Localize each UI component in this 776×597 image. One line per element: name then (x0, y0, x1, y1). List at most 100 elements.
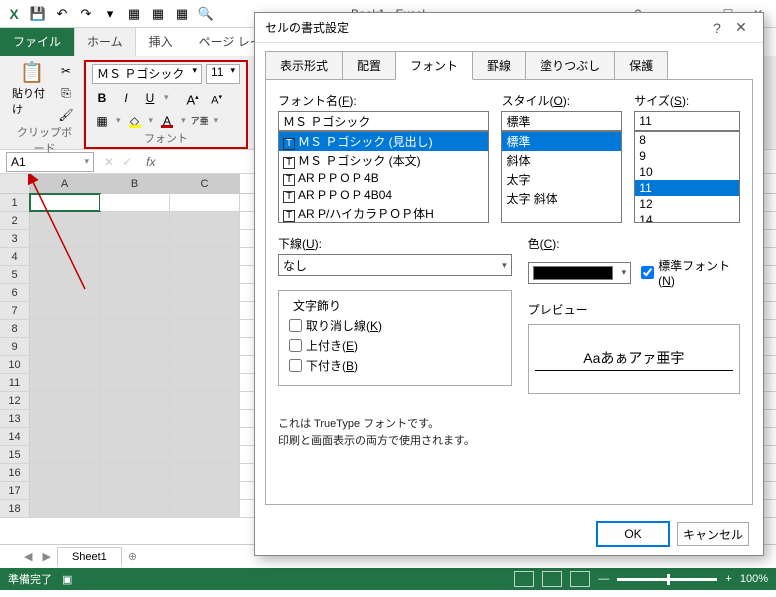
cell[interactable] (30, 500, 100, 517)
cell[interactable] (30, 482, 100, 499)
dialog-help-icon[interactable]: ? (705, 20, 729, 36)
font-list-item[interactable]: TAR P P O P 4B (279, 170, 488, 187)
cell[interactable] (100, 374, 170, 391)
font-style-list[interactable]: 標準斜体太字太字 斜体 (501, 131, 622, 223)
zoom-level[interactable]: 100% (740, 573, 768, 585)
fill-color-button[interactable]: ◇ (125, 110, 145, 130)
cell[interactable] (170, 320, 240, 337)
cell[interactable] (100, 230, 170, 247)
cell[interactable] (30, 212, 100, 229)
row-header[interactable]: 9 (0, 338, 30, 355)
size-list-item[interactable]: 11 (635, 180, 739, 196)
row-header[interactable]: 16 (0, 464, 30, 481)
cell[interactable] (30, 428, 100, 445)
cell[interactable] (100, 194, 170, 211)
redo-icon[interactable]: ↷ (76, 4, 96, 24)
cell[interactable] (170, 212, 240, 229)
row-header[interactable]: 11 (0, 374, 30, 391)
cell[interactable] (30, 410, 100, 427)
enter-formula-icon[interactable]: ✓ (118, 155, 136, 169)
cell[interactable] (100, 266, 170, 283)
ok-button[interactable]: OK (597, 522, 669, 546)
pagelayout-view-icon[interactable] (542, 571, 562, 587)
formatpainter-icon[interactable]: 🖌 (56, 104, 76, 124)
bold-button[interactable]: B (92, 87, 112, 107)
row-header[interactable]: 8 (0, 320, 30, 337)
cell[interactable] (30, 446, 100, 463)
preview-icon[interactable]: 🔍 (196, 4, 216, 24)
fx-icon[interactable]: fx (146, 155, 155, 169)
italic-button[interactable]: I (116, 87, 136, 107)
cell[interactable] (100, 500, 170, 517)
row-header[interactable]: 17 (0, 482, 30, 499)
font-style-input[interactable] (501, 111, 622, 131)
zoom-in-icon[interactable]: + (725, 573, 731, 585)
cell[interactable] (170, 338, 240, 355)
new-sheet-icon[interactable]: ⊕ (124, 550, 141, 563)
cell[interactable] (100, 338, 170, 355)
cell[interactable] (170, 194, 240, 211)
font-list-item[interactable]: TAR P P O P 4B04 (279, 187, 488, 204)
row-header[interactable]: 18 (0, 500, 30, 517)
style-list-item[interactable]: 太字 斜体 (502, 189, 621, 208)
qat-item-icon[interactable]: ▦ (148, 4, 168, 24)
tab-border[interactable]: 罫線 (472, 51, 526, 80)
cell[interactable] (30, 266, 100, 283)
col-header[interactable]: B (100, 174, 170, 193)
font-size-select[interactable]: 11 ▾ (206, 64, 240, 84)
cell[interactable] (100, 320, 170, 337)
row-header[interactable]: 12 (0, 392, 30, 409)
normal-view-icon[interactable] (514, 571, 534, 587)
paste-button[interactable]: 📋 貼り付け (12, 60, 52, 124)
col-header[interactable]: A (30, 174, 100, 193)
tab-fill[interactable]: 塗りつぶし (525, 51, 615, 80)
cell[interactable] (100, 392, 170, 409)
strikethrough-checkbox[interactable]: 取り消し線(K) (289, 317, 501, 334)
cell[interactable] (100, 302, 170, 319)
size-list-item[interactable]: 8 (635, 132, 739, 148)
sheet-nav-prev-icon[interactable]: ◀ (20, 550, 36, 563)
cell[interactable] (170, 464, 240, 481)
cut-icon[interactable]: ✂ (56, 60, 76, 80)
font-color-button[interactable]: A (157, 110, 177, 130)
col-header[interactable]: C (170, 174, 240, 193)
copy-icon[interactable]: ⎘ (56, 82, 76, 102)
style-list-item[interactable]: 斜体 (502, 151, 621, 170)
cell[interactable] (30, 392, 100, 409)
cell[interactable] (100, 248, 170, 265)
cell[interactable] (100, 410, 170, 427)
cell[interactable] (170, 230, 240, 247)
size-list-item[interactable]: 14 (635, 212, 739, 223)
tab-file[interactable]: ファイル (0, 27, 74, 56)
dialog-close-icon[interactable]: ✕ (729, 19, 753, 36)
cancel-formula-icon[interactable]: ✕ (100, 155, 118, 169)
tab-font[interactable]: フォント (395, 51, 473, 80)
tab-alignment[interactable]: 配置 (342, 51, 396, 80)
sheet-nav-next-icon[interactable]: ▶ (38, 550, 54, 563)
cell[interactable] (170, 446, 240, 463)
grow-font-button[interactable]: A▴ (183, 87, 203, 107)
font-name-select[interactable]: ＭＳ Ｐゴシック ▾ (92, 64, 202, 84)
font-size-input[interactable] (634, 111, 740, 131)
select-all-corner[interactable] (0, 174, 30, 193)
macro-record-icon[interactable]: ▣ (62, 573, 72, 586)
cell[interactable] (170, 410, 240, 427)
font-list-item[interactable]: TAR P/ハイカラＰＯＰ体H (279, 204, 488, 223)
cell[interactable] (170, 248, 240, 265)
font-list-item[interactable]: TＭＳ Ｐゴシック (本文) (279, 151, 488, 170)
cell[interactable] (100, 356, 170, 373)
cell[interactable] (100, 464, 170, 481)
cell[interactable] (30, 338, 100, 355)
subscript-checkbox[interactable]: 下付き(B) (289, 357, 501, 374)
cell[interactable] (170, 392, 240, 409)
cell[interactable] (100, 428, 170, 445)
tab-protection[interactable]: 保護 (614, 51, 668, 80)
row-header[interactable]: 6 (0, 284, 30, 301)
cell[interactable] (30, 320, 100, 337)
save-icon[interactable]: 💾 (28, 4, 48, 24)
cell[interactable] (170, 428, 240, 445)
cell[interactable] (170, 356, 240, 373)
tab-number[interactable]: 表示形式 (265, 51, 343, 80)
cell[interactable] (170, 374, 240, 391)
cell[interactable] (30, 464, 100, 481)
